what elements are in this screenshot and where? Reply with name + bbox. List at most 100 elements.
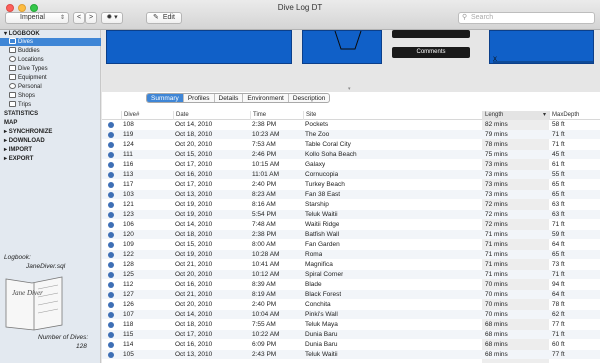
table-cell: 8:39 AM [252,281,276,288]
tab-profiles[interactable]: Profiles [184,94,215,102]
sidebar-section-export[interactable]: ▸ EXPORT [0,155,101,163]
table-cell: 73 ft [552,261,565,268]
table-cell: 82 mins [485,121,508,128]
table-cell: 79 mins [485,131,508,138]
table-row[interactable]: 111 Oct 15, 2010 2:46 PM Kollo Soha Beach 75… [102,150,600,159]
column-header-max-depth[interactable]: MaxDepth [549,111,600,120]
sidebar-item-shops[interactable]: Shops [0,92,101,100]
sidebar-item-dives[interactable]: Dives [0,38,101,46]
profile-button-top[interactable] [392,30,470,38]
table-cell: 71 mins [485,241,508,248]
tab-environment[interactable]: Environment [243,94,289,102]
table-cell: Roma [305,251,323,258]
table-cell: 117 [123,181,134,188]
table-row[interactable]: 128 Oct 21, 2010 10:41 AM Magnifica 71 mins 7… [102,260,600,269]
table-row[interactable]: 121 Oct 19, 2010 8:16 AM Starship 72 mins 63 … [102,200,600,209]
table-cell: Fan 38 East [305,191,341,198]
column-header-time[interactable]: Time [250,111,303,120]
tab-details[interactable]: Details [215,94,244,102]
splitter-handle-icon[interactable]: ▾ [348,86,351,92]
table-row[interactable]: 120 Oct 18, 2010 2:38 PM Batfish Wall 71 min… [102,230,600,239]
column-header-site[interactable]: Site [303,111,482,120]
dive-status-icon [108,331,114,338]
back-button[interactable]: < [73,12,85,24]
sidebar-section-map[interactable]: MAP [0,119,101,127]
action-gear-button[interactable]: ✹ ▾ [101,12,123,24]
table-row[interactable]: 105 Oct 13, 2010 2:43 PM Teluk Waitii 68 min… [102,350,600,359]
sidebar-item-personal[interactable]: Personal [0,83,101,91]
table-row[interactable]: 114 Oct 16, 2010 6:09 PM Dunia Baru 68 mins 6… [102,340,600,349]
table-cell: 71 mins [485,231,508,238]
units-value: Imperial [20,14,45,21]
sidebar-section-logbook[interactable]: ▾ LOGBOOK [0,30,101,38]
app-window: Dive Log DT Imperial ⇕ < > ✹ ▾ ✎ Edit ⚲ Sea… [0,0,600,363]
table-row[interactable]: 112 Oct 16, 2010 8:39 AM Blade 70 mins 94 ft [102,280,600,289]
table-row[interactable]: 119 Oct 18, 2010 10:23 AM The Zoo 79 mins 71 … [102,130,600,139]
table-cell: Table Coral City [305,141,351,148]
table-cell: 72 mins [485,211,508,218]
table-row[interactable]: 124 Oct 20, 2010 7:53 AM Table Coral City 78… [102,140,600,149]
table-cell: 124 [123,141,134,148]
table-row[interactable]: 108 Oct 14, 2010 2:38 PM Pockets 82 mins 58 f… [102,120,600,129]
table-cell: Oct 16, 2010 [175,281,213,288]
table-cell: 65 ft [552,181,565,188]
forward-button[interactable]: > [85,12,97,24]
table-cell: Fan Garden [305,241,340,248]
sidebar-item-equipment[interactable]: Equipment [0,74,101,82]
table-row[interactable]: 106 Oct 14, 2010 7:48 AM Waitii Ridge 72 min… [102,220,600,229]
tab-summary[interactable]: Summary [147,94,184,102]
sidebar-section-download[interactable]: ▸ DOWNLOAD [0,137,101,145]
search-input[interactable]: ⚲ Search [458,12,595,24]
comments-button[interactable]: Comments [392,47,470,58]
table-cell: Dunia Baru [305,341,338,348]
edit-label: Edit [162,14,175,21]
locations-icon [9,56,16,63]
sidebar-item-buddies[interactable]: Buddies [0,47,101,55]
table-cell: 107 [123,311,134,318]
table-cell: 78 ft [552,301,565,308]
table-row[interactable]: 126 Oct 20, 2010 2:40 PM Conchita 70 mins 78 … [102,300,600,309]
personal-icon [9,83,16,90]
table-cell: 55 ft [552,171,565,178]
units-popup[interactable]: Imperial ⇕ [5,12,69,24]
table-row[interactable]: 115 Oct 17, 2010 10:22 AM Dunia Baru 68 mins… [102,330,600,339]
table-row[interactable]: 125 Oct 20, 2010 10:12 AM Spiral Corner 71 m… [102,270,600,279]
table-cell: 71 ft [552,331,565,338]
table-row[interactable]: 109 Oct 15, 2010 8:00 AM Fan Garden 71 mins 6… [102,240,600,249]
detail-tabs: Summary Profiles Details Environment Des… [146,93,331,103]
table-cell: 10:04 AM [252,311,280,318]
table-row[interactable]: 127 Oct 21, 2010 8:19 AM Black Forest 70 min… [102,290,600,299]
sidebar-item-dive-types[interactable]: Dive Types [0,65,101,73]
edit-button[interactable]: ✎ Edit [146,12,182,24]
table-cell: Black Forest [305,291,342,298]
profile-axis: X [493,57,593,63]
table-row[interactable]: 122 Oct 19, 2010 10:28 AM Roma 71 mins 65 ft [102,250,600,259]
table-row[interactable]: 107 Oct 14, 2010 10:04 AM Pinki's Wall 70 mi… [102,310,600,319]
table-row[interactable]: 116 Oct 17, 2010 10:15 AM Galaxy 73 mins 61 f… [102,160,600,169]
table-cell: 115 [123,331,134,338]
sidebar-section-import[interactable]: ▸ IMPORT [0,146,101,154]
table-cell: 71 ft [552,271,565,278]
table-row[interactable]: 117 Oct 17, 2010 2:40 PM Turkey Beach 73 min… [102,180,600,189]
dive-status-icon [108,251,114,258]
column-header-dive-number[interactable]: Dive# [121,111,173,120]
table-cell: 61 ft [552,161,565,168]
table-row[interactable]: 118 Oct 18, 2010 7:55 AM Teluk Maya 68 mins 7… [102,320,600,329]
table-row[interactable]: 113 Oct 16, 2010 11:01 AM Cornucopia 73 mins… [102,170,600,179]
table-row[interactable]: 103 Oct 13, 2010 8:23 AM Fan 38 East 73 mins… [102,190,600,199]
dive-status-icon [108,311,114,318]
sidebar-item-trips[interactable]: Trips [0,101,101,109]
forward-arrow-icon: > [88,14,94,21]
table-row[interactable]: 123 Oct 19, 2010 5:54 PM Teluk Waitii 72 min… [102,210,600,219]
column-header-length[interactable]: Length ▾ [482,111,549,120]
tab-description[interactable]: Description [289,94,330,102]
sidebar-section-statistics[interactable]: STATISTICS [0,110,101,118]
sidebar-item-locations[interactable]: Locations [0,56,101,64]
table-cell: 62 ft [552,311,565,318]
profile-chart-middle [302,30,382,64]
sidebar-section-synchronize[interactable]: ▸ SYNCHRONIZE [0,128,101,136]
table-cell: 73 mins [485,191,508,198]
table-cell: 106 [123,221,134,228]
table-cell: Oct 15, 2010 [175,241,213,248]
column-header-date[interactable]: Date [173,111,250,120]
